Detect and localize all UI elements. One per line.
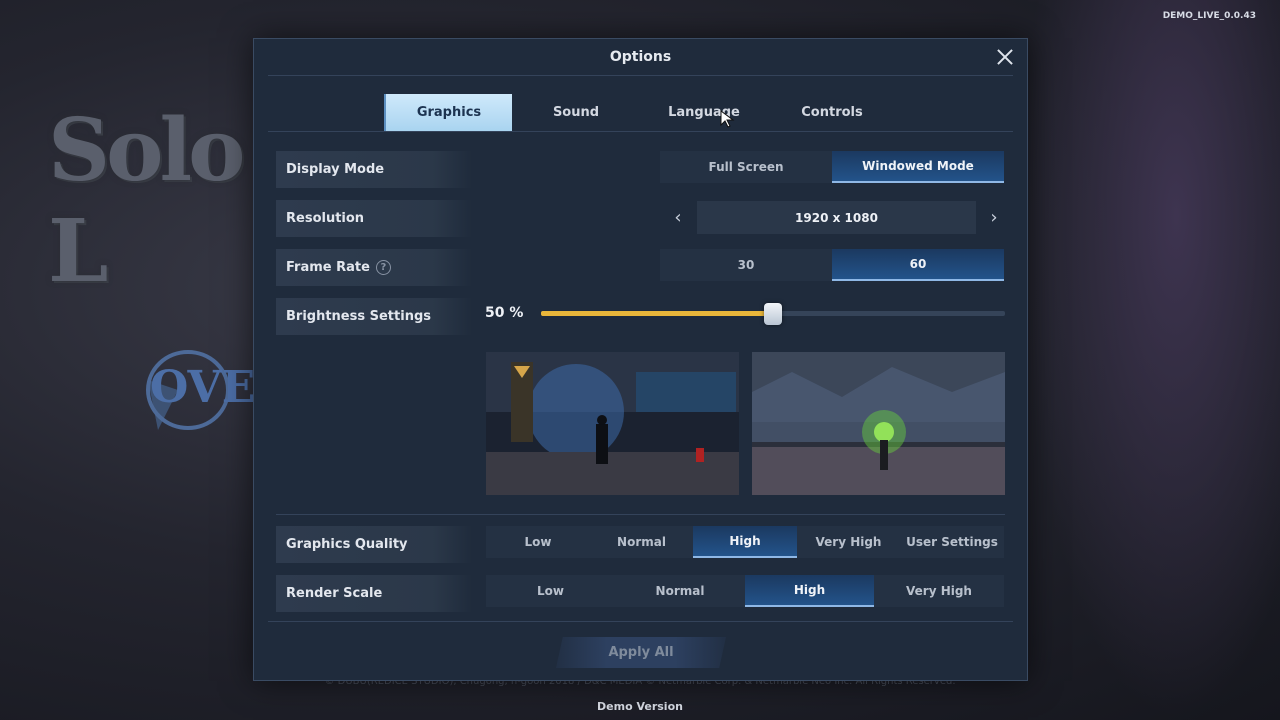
tab-controls[interactable]: Controls xyxy=(768,94,896,131)
brightness-slider[interactable] xyxy=(541,303,1005,325)
section-divider xyxy=(276,514,1005,515)
full-screen-button[interactable]: Full Screen xyxy=(660,151,832,183)
frame-rate-label: Frame Rate ? xyxy=(276,249,472,286)
logo-emblem-text: OVE xyxy=(150,362,255,413)
graphics-quality-high-button[interactable]: High xyxy=(693,526,797,558)
resolution-next-icon[interactable]: › xyxy=(984,205,1004,229)
render-scale-label: Render Scale xyxy=(276,575,472,612)
display-mode-label: Display Mode xyxy=(276,151,472,188)
graphics-quality-low-button[interactable]: Low xyxy=(486,526,590,558)
display-mode-text: Display Mode xyxy=(286,162,385,177)
preview-image-city xyxy=(486,352,739,495)
title-divider xyxy=(268,75,1013,76)
render-scale-selector: Low Normal High Very High xyxy=(486,575,1004,607)
game-logo: Solo L OVE xyxy=(48,100,268,430)
frame-rate-text: Frame Rate xyxy=(286,260,370,275)
graphics-quality-text: Graphics Quality xyxy=(286,537,408,552)
tab-bar: Graphics Sound Language Controls xyxy=(384,94,1024,131)
brightness-value: 50 % xyxy=(485,305,524,321)
tab-graphics[interactable]: Graphics xyxy=(384,94,512,131)
preview-image-cave xyxy=(752,352,1005,495)
resolution-text: Resolution xyxy=(286,211,365,226)
tab-sound[interactable]: Sound xyxy=(512,94,640,131)
resolution-prev-icon[interactable]: ‹ xyxy=(668,205,688,229)
graphics-quality-very-high-button[interactable]: Very High xyxy=(797,526,900,558)
mouse-cursor-icon xyxy=(720,110,735,128)
apply-all-button[interactable]: Apply All xyxy=(556,637,726,668)
frame-rate-30-button[interactable]: 30 xyxy=(660,249,832,281)
brightness-slider-fill xyxy=(541,311,773,316)
windowed-mode-button[interactable]: Windowed Mode xyxy=(832,151,1004,183)
graphics-quality-label: Graphics Quality xyxy=(276,526,472,563)
graphics-quality-normal-button[interactable]: Normal xyxy=(590,526,693,558)
display-mode-selector: Full Screen Windowed Mode xyxy=(660,151,1004,183)
brightness-slider-handle[interactable] xyxy=(764,303,782,325)
dialog-title: Options xyxy=(609,49,672,65)
tab-divider xyxy=(268,131,1013,132)
render-scale-text: Render Scale xyxy=(286,586,383,601)
frame-rate-selector: 30 60 xyxy=(660,249,1004,281)
close-icon[interactable] xyxy=(995,47,1015,67)
render-scale-normal-button[interactable]: Normal xyxy=(615,575,745,607)
demo-version-label: Demo Version xyxy=(597,700,683,713)
background-shade xyxy=(1020,0,1280,720)
graphics-quality-selector: Low Normal High Very High User Settings xyxy=(486,526,1004,558)
render-scale-low-button[interactable]: Low xyxy=(486,575,615,607)
tab-language[interactable]: Language xyxy=(640,94,768,131)
resolution-label: Resolution xyxy=(276,200,472,237)
brightness-text: Brightness Settings xyxy=(286,309,431,324)
options-dialog: Options Graphics Sound Language Controls… xyxy=(253,38,1028,681)
bottom-divider xyxy=(268,621,1013,622)
resolution-value: 1920 x 1080 xyxy=(697,201,976,234)
render-scale-very-high-button[interactable]: Very High xyxy=(874,575,1004,607)
brightness-label: Brightness Settings xyxy=(276,298,472,335)
render-scale-high-button[interactable]: High xyxy=(745,575,874,607)
help-icon[interactable]: ? xyxy=(375,260,391,275)
frame-rate-60-button[interactable]: 60 xyxy=(832,249,1004,281)
graphics-quality-user-settings-button[interactable]: User Settings xyxy=(900,526,1004,558)
build-version: DEMO_LIVE_0.0.43 xyxy=(1162,11,1256,21)
